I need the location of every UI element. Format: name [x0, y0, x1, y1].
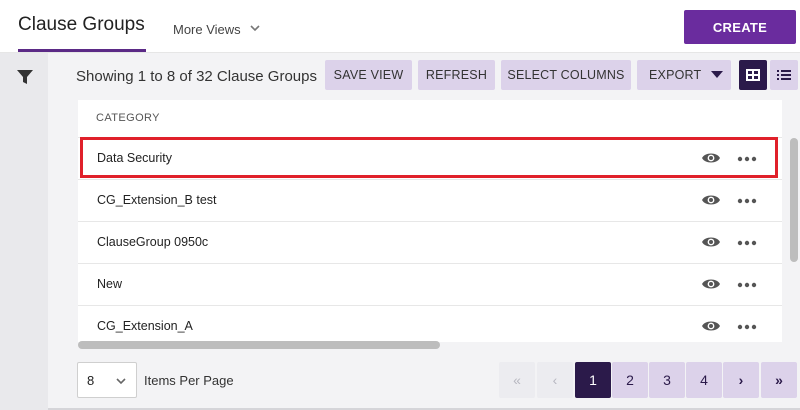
- tab-clause-groups[interactable]: Clause Groups: [18, 14, 145, 36]
- active-tab-indicator: [18, 49, 146, 52]
- list-view-button[interactable]: [770, 60, 798, 90]
- list-view-icon: [777, 70, 791, 80]
- more-horizontal-icon[interactable]: [737, 319, 757, 335]
- grid-view-icon: [746, 69, 760, 81]
- chevron-down-icon[interactable]: [249, 22, 261, 34]
- column-header-category[interactable]: CATEGORY: [96, 112, 160, 124]
- next-page-button[interactable]: ›: [723, 362, 759, 398]
- row-label: CG_Extension_A: [97, 319, 193, 333]
- row-label: CG_Extension_B test: [97, 193, 217, 207]
- filter-icon[interactable]: [16, 68, 34, 86]
- page-button-4[interactable]: 4: [686, 362, 722, 398]
- chevron-down-icon: [116, 378, 126, 385]
- save-view-button[interactable]: SAVE VIEW: [325, 60, 412, 90]
- row-label: ClauseGroup 0950c: [97, 235, 209, 249]
- export-label: EXPORT: [649, 68, 702, 82]
- last-page-button[interactable]: »: [761, 362, 797, 398]
- more-horizontal-icon[interactable]: [737, 193, 757, 209]
- page-button-1[interactable]: 1: [575, 362, 611, 398]
- filter-rail: [0, 53, 48, 410]
- app-frame: Clause Groups More Views CREATE Showing …: [0, 0, 800, 410]
- export-button[interactable]: EXPORT: [637, 60, 731, 90]
- table-row[interactable]: CG_Extension_B test: [78, 179, 782, 221]
- create-button[interactable]: CREATE: [684, 10, 796, 44]
- table-row[interactable]: New: [78, 263, 782, 305]
- more-views-dropdown[interactable]: More Views: [173, 22, 241, 37]
- vertical-scrollbar[interactable]: [790, 138, 798, 262]
- page-button-3[interactable]: 3: [649, 362, 685, 398]
- more-horizontal-icon[interactable]: [737, 277, 757, 293]
- first-page-button[interactable]: «: [499, 362, 535, 398]
- horizontal-scrollbar[interactable]: [78, 341, 440, 349]
- caret-down-icon: [711, 71, 724, 78]
- eye-icon[interactable]: [701, 192, 721, 208]
- prev-page-button[interactable]: ‹: [537, 362, 573, 398]
- page-button-2[interactable]: 2: [612, 362, 648, 398]
- row-label: New: [97, 277, 123, 291]
- results-count: Showing 1 to 8 of 32 Clause Groups: [76, 68, 317, 85]
- more-horizontal-icon[interactable]: [737, 235, 757, 251]
- items-per-page-value: 8: [87, 373, 95, 388]
- header-bar: Clause Groups More Views CREATE: [0, 0, 800, 53]
- items-per-page-select[interactable]: 8: [77, 362, 137, 398]
- table-row[interactable]: ClauseGroup 0950c: [78, 221, 782, 263]
- grid-view-button[interactable]: [739, 60, 767, 90]
- eye-icon[interactable]: [701, 318, 721, 334]
- items-per-page-label: Items Per Page: [144, 373, 234, 388]
- eye-icon[interactable]: [701, 276, 721, 292]
- eye-icon[interactable]: [701, 234, 721, 250]
- table-row[interactable]: CG_Extension_A: [78, 305, 782, 342]
- select-columns-button[interactable]: SELECT COLUMNS: [501, 60, 631, 90]
- refresh-button[interactable]: REFRESH: [418, 60, 495, 90]
- highlight-box: [80, 137, 778, 178]
